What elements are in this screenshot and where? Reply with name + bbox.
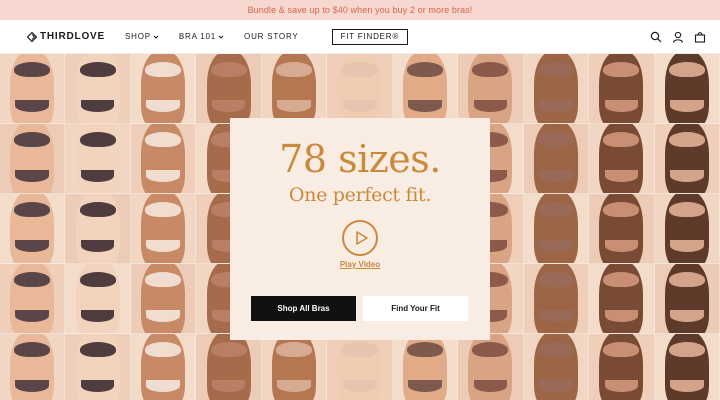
fit-finder-label: FIT FINDER® [340, 32, 400, 41]
model-photo-tile [196, 54, 262, 124]
promo-banner[interactable]: Bundle & save up to $40 when you buy 2 o… [0, 0, 720, 20]
nav-our-story[interactable]: OUR STORY [244, 32, 298, 41]
model-photo-tile [523, 54, 590, 124]
model-photo-tile [589, 334, 655, 400]
model-photo-tile [523, 124, 590, 194]
model-photo-tile [392, 334, 459, 400]
promo-text: Bundle & save up to $40 when you buy 2 o… [247, 5, 473, 15]
model-photo-tile [130, 264, 197, 334]
hero-section: 78 sizes. One perfect fit. Play Video Sh… [0, 54, 720, 400]
model-photo-tile [130, 124, 197, 194]
model-photo-tile [0, 124, 66, 194]
chevron-down-icon [153, 35, 159, 39]
model-photo-tile [654, 264, 720, 334]
shop-all-bras-button[interactable]: Shop All Bras [251, 296, 356, 321]
model-photo-tile [589, 264, 655, 334]
model-photo-tile [654, 54, 720, 124]
play-icon [355, 231, 368, 245]
hero-subline: One perfect fit. [288, 184, 432, 206]
model-photo-tile [65, 194, 131, 264]
nav-our-story-label: OUR STORY [244, 32, 299, 41]
model-photo-tile [523, 334, 590, 400]
model-photo-tile [654, 124, 720, 194]
play-video-link[interactable]: Play Video [340, 260, 380, 269]
model-photo-tile [392, 54, 459, 124]
chevron-down-icon [218, 35, 224, 39]
nav-links: SHOP BRA 101 OUR STORY FIT FINDER® [125, 28, 409, 45]
nav-shop[interactable]: SHOP [125, 32, 159, 41]
cta-row: Shop All Bras Find Your Fit [251, 296, 468, 321]
nav-bra-101[interactable]: BRA 101 [179, 32, 224, 41]
fit-finder-button[interactable]: FIT FINDER® [331, 28, 409, 45]
model-photo-tile [130, 54, 197, 124]
account-icon[interactable] [672, 31, 684, 43]
nav-icons [650, 31, 706, 43]
nav-shop-label: SHOP [124, 32, 151, 41]
model-photo-tile [654, 194, 720, 264]
search-icon[interactable] [650, 31, 662, 43]
model-photo-tile [327, 54, 393, 124]
model-photo-tile [0, 264, 66, 334]
model-photo-tile [65, 264, 131, 334]
model-photo-tile [654, 334, 720, 400]
model-photo-tile [65, 334, 131, 400]
hero-card: 78 sizes. One perfect fit. Play Video Sh… [230, 118, 490, 340]
model-photo-tile [0, 194, 66, 264]
model-photo-tile [589, 54, 655, 124]
model-photo-tile [130, 334, 197, 400]
model-photo-tile [261, 334, 328, 400]
logo-mark-icon [27, 31, 37, 42]
model-photo-tile [327, 334, 393, 400]
brand-logo[interactable]: THIRDLOVE [27, 31, 105, 42]
find-your-fit-button[interactable]: Find Your Fit [363, 296, 468, 321]
model-photo-tile [458, 334, 524, 400]
model-photo-tile [65, 124, 131, 194]
model-photo-tile [589, 194, 655, 264]
model-photo-tile [523, 194, 590, 264]
hero-headline: 78 sizes. [279, 137, 441, 181]
model-photo-tile [65, 54, 131, 124]
play-video-button[interactable] [342, 220, 378, 256]
logo-text: THIRDLOVE [40, 31, 105, 42]
model-photo-tile [589, 124, 655, 194]
shop-all-bras-label: Shop All Bras [277, 304, 330, 313]
find-your-fit-label: Find Your Fit [391, 304, 440, 313]
cart-icon[interactable] [694, 31, 706, 43]
main-navigation: THIRDLOVE SHOP BRA 101 OUR STORY FIT FIN… [0, 20, 720, 54]
model-photo-tile [196, 334, 262, 400]
model-photo-tile [261, 54, 328, 124]
model-photo-tile [0, 54, 66, 124]
model-photo-tile [458, 54, 524, 124]
model-photo-tile [0, 334, 66, 400]
model-photo-tile [523, 264, 590, 334]
nav-bra-101-label: BRA 101 [178, 32, 217, 41]
model-photo-tile [130, 194, 197, 264]
